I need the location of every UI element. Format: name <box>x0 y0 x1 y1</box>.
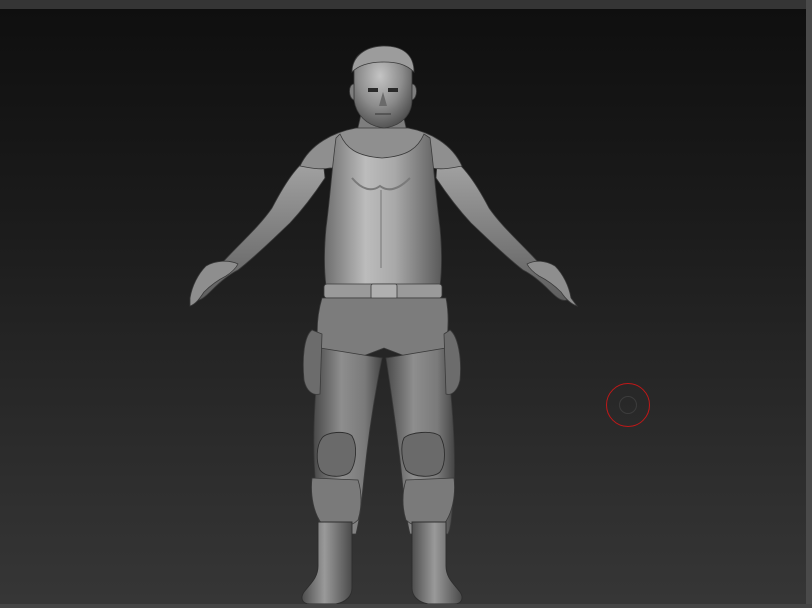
top-toolbar-edge <box>0 0 812 9</box>
left-pant-cuff <box>311 477 362 528</box>
left-knee-pad <box>316 431 357 477</box>
pants-hips <box>316 297 449 359</box>
left-eye <box>368 88 378 92</box>
belt-buckle <box>370 283 398 300</box>
right-knee-pad <box>401 431 445 477</box>
left-cargo-pocket <box>302 329 323 395</box>
right-hand <box>526 260 579 307</box>
brush-circle-icon <box>606 383 650 427</box>
right-boot <box>411 521 463 604</box>
sculpt-viewport[interactable] <box>0 9 806 604</box>
right-cargo-pocket <box>443 329 461 395</box>
sculpt-model-view <box>189 45 579 604</box>
sculpt-app <box>0 0 812 608</box>
right-ear <box>411 83 417 101</box>
left-ear <box>349 83 355 101</box>
left-hand <box>189 260 239 307</box>
bottom-edge <box>0 604 812 608</box>
brush-inner-ring <box>619 396 637 414</box>
right-pant-cuff <box>402 477 455 528</box>
right-panel-edge <box>806 0 812 608</box>
left-boot <box>301 521 353 604</box>
right-eye <box>388 88 398 92</box>
